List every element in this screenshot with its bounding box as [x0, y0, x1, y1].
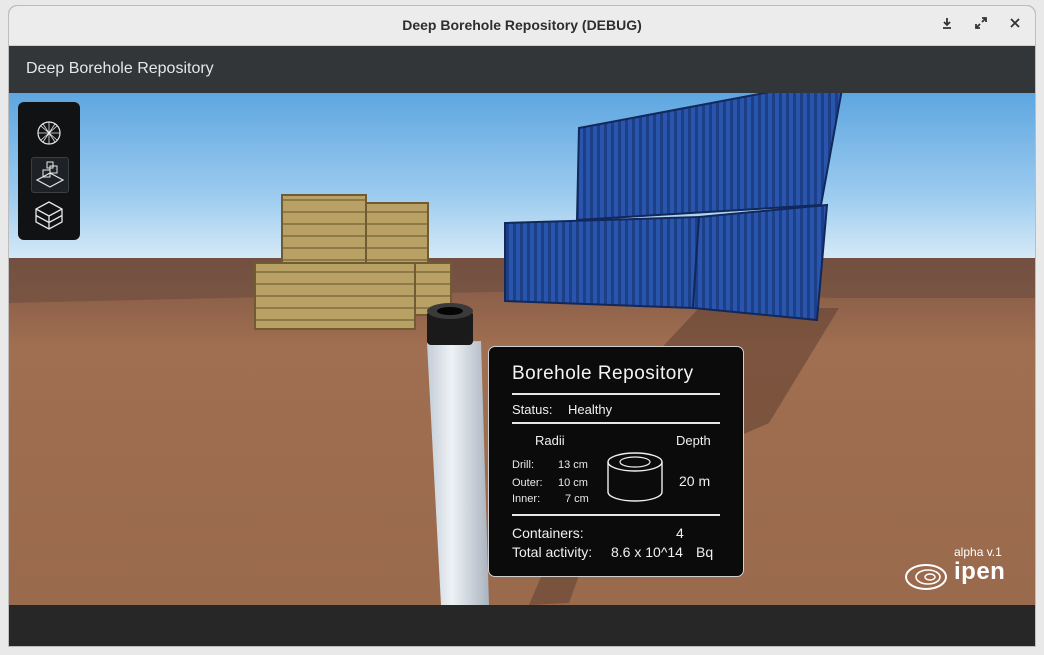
depth-value: 20 m — [679, 473, 711, 489]
inner-value: 7 cm — [565, 493, 589, 505]
activity-unit: Bq — [696, 544, 714, 560]
cylinder-diagram-icon — [606, 451, 664, 508]
bottom-bar — [9, 605, 1035, 646]
maximize-icon[interactable] — [972, 16, 990, 34]
app-window: Deep Borehole Repository (DEBUG) Deep Bo… — [9, 6, 1035, 646]
logo-text: ipen — [954, 558, 1006, 585]
outer-value: 10 cm — [558, 477, 588, 489]
download-icon[interactable] — [938, 16, 956, 34]
status-value: Healthy — [568, 402, 613, 417]
cube-icon[interactable] — [31, 198, 67, 232]
divider — [512, 393, 720, 395]
status-label: Status: — [512, 402, 553, 417]
view-toolbox — [18, 102, 80, 240]
drill-value: 13 cm — [558, 459, 588, 471]
app-title: Deep Borehole Repository — [26, 60, 214, 77]
stacked-boxes-icon[interactable] — [31, 157, 69, 193]
activity-value: 8.6 x 10^14 — [611, 544, 683, 560]
borehole-info-panel: Borehole Repository Status: Healthy Radi… — [488, 346, 744, 577]
inner-label: Inner: — [512, 493, 541, 505]
crates — [254, 194, 452, 330]
divider — [512, 514, 720, 516]
outer-label: Outer: — [512, 477, 543, 489]
title-bar: Deep Borehole Repository (DEBUG) — [9, 6, 1035, 46]
drill-label: Drill: — [512, 459, 534, 471]
geodesic-sphere-icon[interactable] — [31, 116, 67, 150]
depth-header: Depth — [676, 433, 711, 448]
3d-viewport[interactable]: Borehole Repository Status: Healthy Radi… — [9, 93, 1035, 605]
activity-label: Total activity: — [512, 544, 593, 560]
panel-title: Borehole Repository — [512, 363, 694, 384]
window-title: Deep Borehole Repository (DEBUG) — [402, 17, 642, 33]
containers-value: 4 — [676, 525, 684, 541]
close-icon[interactable] — [1006, 16, 1024, 34]
app-header: Deep Borehole Repository — [9, 46, 1035, 93]
divider — [512, 422, 720, 424]
radii-header: Radii — [535, 433, 565, 448]
containers-label: Containers: — [512, 525, 584, 541]
